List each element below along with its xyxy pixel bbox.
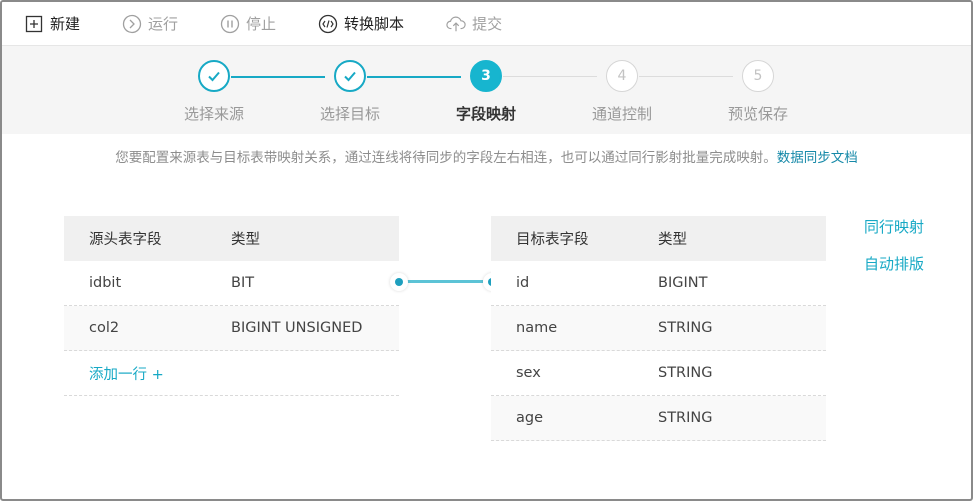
mapping-hint: 您要配置来源表与目标表带映射关系，通过连线将待同步的字段左右相连，也可以通过同行… <box>2 146 971 166</box>
field-name: idbit <box>89 275 122 291</box>
steps-band: 选择来源 选择目标 3 字段映射 4 通道控制 5 预览保存 <box>2 46 971 134</box>
auto-layout-link[interactable]: 自动排版 <box>864 253 924 274</box>
step-3-number: 3 <box>470 60 502 92</box>
stop-button[interactable]: 停止 <box>220 13 276 34</box>
new-button[interactable]: 新建 <box>24 13 80 34</box>
field-type: STRING <box>658 365 713 381</box>
convert-script-label: 转换脚本 <box>344 15 405 33</box>
check-icon <box>334 60 366 92</box>
field-type: STRING <box>658 410 713 426</box>
target-field-header: 目标表字段 <box>516 232 589 248</box>
code-circle-icon <box>318 14 338 34</box>
stop-button-label: 停止 <box>246 15 277 33</box>
field-name: sex <box>516 365 541 381</box>
cloud-upload-icon <box>446 14 466 34</box>
table-row[interactable]: id BIGINT <box>491 261 826 306</box>
table-row[interactable]: name STRING <box>491 306 826 351</box>
field-type: BIT <box>231 275 255 291</box>
field-type: STRING <box>658 320 713 336</box>
field-type: BIGINT <box>658 275 708 291</box>
field-name: id <box>516 275 530 291</box>
step-1: 选择来源 <box>154 60 274 124</box>
pause-circle-icon <box>220 14 240 34</box>
field-name: col2 <box>89 320 120 336</box>
target-table-header: 目标表字段 类型 <box>491 216 826 261</box>
check-icon <box>198 60 230 92</box>
step-2-label: 选择目标 <box>319 105 380 123</box>
step-5: 5 预览保存 <box>698 60 818 124</box>
window-frame: 新建 运行 停止 转换脚本 提交 选择来源 选择目标 3 字段映射 4 通道控制… <box>0 0 973 501</box>
new-button-label: 新建 <box>50 15 81 33</box>
hint-text: 您要配置来源表与目标表带映射关系，通过连线将待同步的字段左右相连，也可以通过同行… <box>115 150 777 166</box>
side-actions: 同行映射 自动排版 <box>864 216 924 290</box>
step-3-label: 字段映射 <box>455 105 516 123</box>
step-4-number: 4 <box>606 60 638 92</box>
step-3: 3 字段映射 <box>426 60 546 124</box>
run-button-label: 运行 <box>148 15 179 33</box>
step-5-label: 预览保存 <box>727 105 788 123</box>
submit-button-label: 提交 <box>472 15 503 33</box>
field-type: BIGINT UNSIGNED <box>231 320 363 336</box>
step-2: 选择目标 <box>290 60 410 124</box>
step-1-label: 选择来源 <box>183 105 244 123</box>
convert-script-button[interactable]: 转换脚本 <box>318 13 404 34</box>
table-row[interactable]: idbit BIT <box>64 261 399 306</box>
source-field-header: 源头表字段 <box>89 232 162 248</box>
source-table-header: 源头表字段 类型 <box>64 216 399 261</box>
target-type-header: 类型 <box>658 232 687 248</box>
step-4: 4 通道控制 <box>562 60 682 124</box>
field-name: age <box>516 410 544 426</box>
table-row[interactable]: sex STRING <box>491 351 826 396</box>
step-4-label: 通道控制 <box>591 105 652 123</box>
add-row-label: 添加一行 + <box>89 366 164 383</box>
step-5-number: 5 <box>742 60 774 92</box>
plus-square-icon <box>24 14 44 34</box>
source-table: 源头表字段 类型 idbit BIT col2 BIGINT UNSIGNED … <box>64 216 399 396</box>
field-name: name <box>516 320 558 336</box>
target-table: 目标表字段 类型 id BIGINT name STRING sex STRIN… <box>491 216 826 441</box>
add-row-button[interactable]: 添加一行 + <box>64 351 399 396</box>
same-row-mapping-link[interactable]: 同行映射 <box>864 216 924 237</box>
table-row[interactable]: col2 BIGINT UNSIGNED <box>64 306 399 351</box>
submit-button[interactable]: 提交 <box>446 13 502 34</box>
source-anchor-dot[interactable] <box>390 273 408 291</box>
doc-link[interactable]: 数据同步文档 <box>777 150 858 166</box>
toolbar: 新建 运行 停止 转换脚本 提交 <box>2 2 971 46</box>
table-row[interactable]: age STRING <box>491 396 826 441</box>
run-button[interactable]: 运行 <box>122 13 178 34</box>
mapping-line[interactable] <box>407 280 483 283</box>
source-type-header: 类型 <box>231 232 260 248</box>
play-circle-icon <box>122 14 142 34</box>
